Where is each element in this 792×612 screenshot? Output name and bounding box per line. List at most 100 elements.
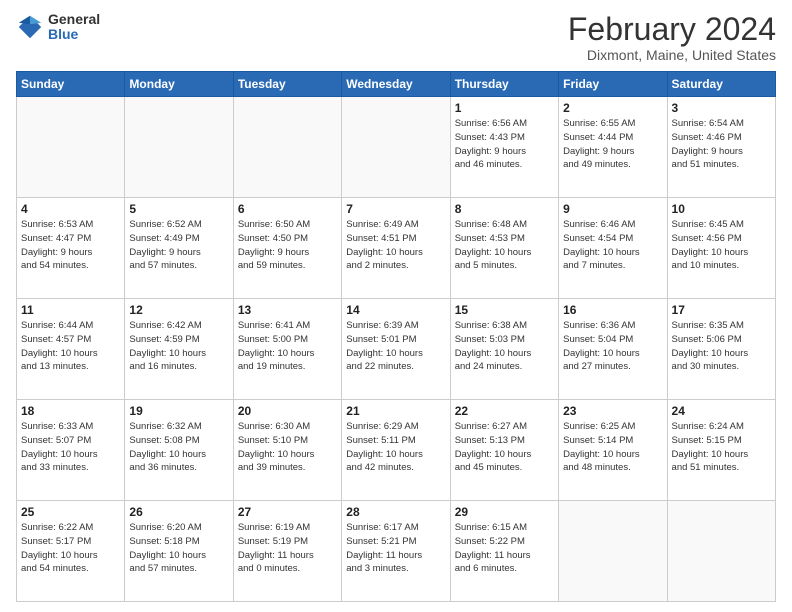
calendar-cell: 16Sunrise: 6:36 AM Sunset: 5:04 PM Dayli… — [559, 299, 667, 400]
day-number: 19 — [129, 404, 228, 418]
header-row: SundayMondayTuesdayWednesdayThursdayFrid… — [17, 72, 776, 97]
calendar-week-row: 25 Sunrise: 6:22 AM Sunset: 5:17 PM Dayli… — [17, 501, 776, 602]
day-info: Sunrise: 6:42 AM Sunset: 4:59 PM Dayligh… — [129, 319, 228, 374]
calendar-week-row: 4Sunrise: 6:53 AM Sunset: 4:47 PM Daylig… — [17, 198, 776, 299]
header: General Blue February 2024 Dixmont, Main… — [16, 12, 776, 63]
calendar-cell: 26 Sunrise: 6:20 AM Sunset: 5:18 PM Dayli… — [125, 501, 233, 602]
calendar-week-row: 1Sunrise: 6:56 AM Sunset: 4:43 PM Daylig… — [17, 97, 776, 198]
calendar-body: 1Sunrise: 6:56 AM Sunset: 4:43 PM Daylig… — [17, 97, 776, 602]
day-info: Sunrise: 6:56 AM Sunset: 4:43 PM Dayligh… — [455, 117, 554, 172]
calendar-week-row: 11 Sunrise: 6:44 AM Sunset: 4:57 PM Dayli… — [17, 299, 776, 400]
day-info: Sunrise: 6:45 AM Sunset: 4:56 PM Dayligh… — [672, 218, 771, 273]
day-number: 27 — [238, 505, 337, 519]
day-info: Sunrise: 6:55 AM Sunset: 4:44 PM Dayligh… — [563, 117, 662, 172]
calendar-cell: 22 Sunrise: 6:27 AM Sunset: 5:13 PM Dayli… — [450, 400, 558, 501]
day-number: 20 — [238, 404, 337, 418]
calendar-table: SundayMondayTuesdayWednesdayThursdayFrid… — [16, 71, 776, 602]
day-number: 9 — [563, 202, 662, 216]
logo-text: General Blue — [48, 12, 100, 43]
day-number: 29 — [455, 505, 554, 519]
calendar-cell: 24Sunrise: 6:24 AM Sunset: 5:15 PM Dayli… — [667, 400, 775, 501]
day-number: 17 — [672, 303, 771, 317]
calendar-cell: 12Sunrise: 6:42 AM Sunset: 4:59 PM Dayli… — [125, 299, 233, 400]
calendar-week-row: 18 Sunrise: 6:33 AM Sunset: 5:07 PM Dayli… — [17, 400, 776, 501]
day-info: Sunrise: 6:19 AM Sunset: 5:19 PM Dayligh… — [238, 521, 337, 576]
logo-icon — [16, 13, 44, 41]
day-info: Sunrise: 6:46 AM Sunset: 4:54 PM Dayligh… — [563, 218, 662, 273]
day-info: Sunrise: 6:27 AM Sunset: 5:13 PM Dayligh… — [455, 420, 554, 475]
day-info: Sunrise: 6:39 AM Sunset: 5:01 PM Dayligh… — [346, 319, 445, 374]
calendar-cell — [667, 501, 775, 602]
calendar-cell: 28 Sunrise: 6:17 AM Sunset: 5:21 PM Dayli… — [342, 501, 450, 602]
calendar-cell — [125, 97, 233, 198]
day-number: 21 — [346, 404, 445, 418]
calendar-cell: 25 Sunrise: 6:22 AM Sunset: 5:17 PM Dayli… — [17, 501, 125, 602]
day-info: Sunrise: 6:33 AM Sunset: 5:07 PM Dayligh… — [21, 420, 120, 475]
calendar-cell: 18 Sunrise: 6:33 AM Sunset: 5:07 PM Dayli… — [17, 400, 125, 501]
day-number: 2 — [563, 101, 662, 115]
logo-general-text: General — [48, 12, 100, 27]
day-number: 18 — [21, 404, 120, 418]
calendar-cell: 14 Sunrise: 6:39 AM Sunset: 5:01 PM Dayli… — [342, 299, 450, 400]
day-info: Sunrise: 6:30 AM Sunset: 5:10 PM Dayligh… — [238, 420, 337, 475]
day-number: 13 — [238, 303, 337, 317]
calendar-cell: 9 Sunrise: 6:46 AM Sunset: 4:54 PM Daylig… — [559, 198, 667, 299]
day-info: Sunrise: 6:50 AM Sunset: 4:50 PM Dayligh… — [238, 218, 337, 273]
calendar-cell: 1Sunrise: 6:56 AM Sunset: 4:43 PM Daylig… — [450, 97, 558, 198]
day-number: 11 — [21, 303, 120, 317]
weekday-header: Sunday — [17, 72, 125, 97]
calendar-cell: 23 Sunrise: 6:25 AM Sunset: 5:14 PM Dayli… — [559, 400, 667, 501]
day-info: Sunrise: 6:22 AM Sunset: 5:17 PM Dayligh… — [21, 521, 120, 576]
calendar-cell: 17Sunrise: 6:35 AM Sunset: 5:06 PM Dayli… — [667, 299, 775, 400]
day-number: 23 — [563, 404, 662, 418]
calendar-cell: 5Sunrise: 6:52 AM Sunset: 4:49 PM Daylig… — [125, 198, 233, 299]
day-info: Sunrise: 6:49 AM Sunset: 4:51 PM Dayligh… — [346, 218, 445, 273]
weekday-header: Saturday — [667, 72, 775, 97]
calendar-cell: 7Sunrise: 6:49 AM Sunset: 4:51 PM Daylig… — [342, 198, 450, 299]
day-number: 24 — [672, 404, 771, 418]
calendar-cell — [559, 501, 667, 602]
weekday-header: Tuesday — [233, 72, 341, 97]
calendar-cell: 15 Sunrise: 6:38 AM Sunset: 5:03 PM Dayli… — [450, 299, 558, 400]
day-number: 25 — [21, 505, 120, 519]
day-number: 14 — [346, 303, 445, 317]
day-info: Sunrise: 6:36 AM Sunset: 5:04 PM Dayligh… — [563, 319, 662, 374]
day-info: Sunrise: 6:48 AM Sunset: 4:53 PM Dayligh… — [455, 218, 554, 273]
day-info: Sunrise: 6:41 AM Sunset: 5:00 PM Dayligh… — [238, 319, 337, 374]
day-info: Sunrise: 6:38 AM Sunset: 5:03 PM Dayligh… — [455, 319, 554, 374]
calendar-cell: 21 Sunrise: 6:29 AM Sunset: 5:11 PM Dayli… — [342, 400, 450, 501]
calendar-cell: 29Sunrise: 6:15 AM Sunset: 5:22 PM Dayli… — [450, 501, 558, 602]
day-info: Sunrise: 6:20 AM Sunset: 5:18 PM Dayligh… — [129, 521, 228, 576]
subtitle: Dixmont, Maine, United States — [568, 47, 776, 63]
day-number: 15 — [455, 303, 554, 317]
day-number: 8 — [455, 202, 554, 216]
page: General Blue February 2024 Dixmont, Main… — [0, 0, 792, 612]
day-info: Sunrise: 6:29 AM Sunset: 5:11 PM Dayligh… — [346, 420, 445, 475]
logo-blue-text: Blue — [48, 27, 100, 42]
weekday-header: Thursday — [450, 72, 558, 97]
calendar-cell: 6Sunrise: 6:50 AM Sunset: 4:50 PM Daylig… — [233, 198, 341, 299]
calendar-cell — [233, 97, 341, 198]
day-number: 22 — [455, 404, 554, 418]
calendar-cell: 27 Sunrise: 6:19 AM Sunset: 5:19 PM Dayli… — [233, 501, 341, 602]
calendar-cell: 4Sunrise: 6:53 AM Sunset: 4:47 PM Daylig… — [17, 198, 125, 299]
day-number: 28 — [346, 505, 445, 519]
day-info: Sunrise: 6:44 AM Sunset: 4:57 PM Dayligh… — [21, 319, 120, 374]
calendar-cell: 2 Sunrise: 6:55 AM Sunset: 4:44 PM Daylig… — [559, 97, 667, 198]
day-info: Sunrise: 6:25 AM Sunset: 5:14 PM Dayligh… — [563, 420, 662, 475]
calendar-cell: 19 Sunrise: 6:32 AM Sunset: 5:08 PM Dayli… — [125, 400, 233, 501]
day-info: Sunrise: 6:17 AM Sunset: 5:21 PM Dayligh… — [346, 521, 445, 576]
main-title: February 2024 — [568, 12, 776, 47]
calendar-header: SundayMondayTuesdayWednesdayThursdayFrid… — [17, 72, 776, 97]
day-number: 4 — [21, 202, 120, 216]
logo: General Blue — [16, 12, 100, 43]
calendar-cell: 3Sunrise: 6:54 AM Sunset: 4:46 PM Daylig… — [667, 97, 775, 198]
calendar-cell — [342, 97, 450, 198]
calendar-cell: 20 Sunrise: 6:30 AM Sunset: 5:10 PM Dayli… — [233, 400, 341, 501]
day-number: 26 — [129, 505, 228, 519]
weekday-header: Wednesday — [342, 72, 450, 97]
day-info: Sunrise: 6:32 AM Sunset: 5:08 PM Dayligh… — [129, 420, 228, 475]
day-number: 10 — [672, 202, 771, 216]
day-number: 3 — [672, 101, 771, 115]
calendar-cell: 10 Sunrise: 6:45 AM Sunset: 4:56 PM Dayli… — [667, 198, 775, 299]
